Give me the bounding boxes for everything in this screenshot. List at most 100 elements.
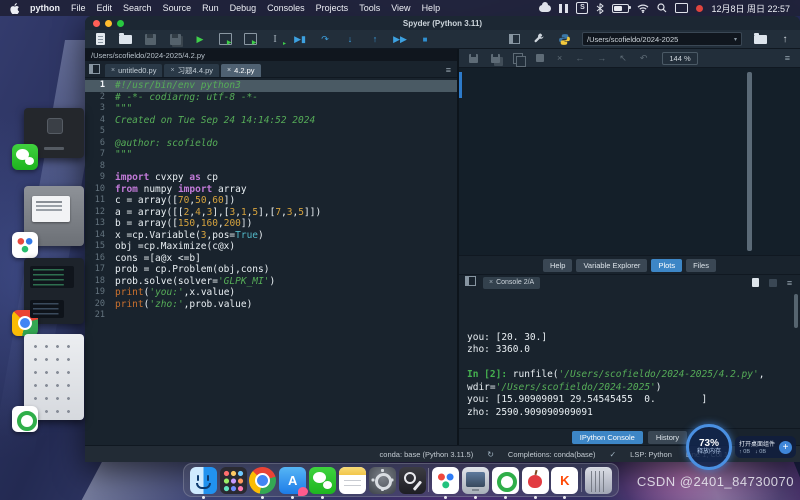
console-tab[interactable]: × Console 2/A — [483, 277, 540, 289]
menu-item-tools[interactable]: Tools — [359, 3, 380, 13]
translate-app-icon[interactable]: A — [279, 467, 306, 494]
notes-icon[interactable] — [339, 467, 366, 494]
title-bar[interactable]: Spyder (Python 3.11) — [85, 16, 800, 30]
ipython-console[interactable]: you: [20. 30.]zho: 3360.0 In [2]: runfil… — [459, 290, 800, 428]
parent-directory-button[interactable]: ↑ — [778, 32, 792, 46]
code-editor[interactable]: 1#!/usr/bin/env python32# -*- codiarng: … — [85, 78, 457, 445]
open-file-button[interactable] — [118, 32, 132, 46]
cloud-drive-icon[interactable] — [432, 467, 459, 494]
menu-item-source[interactable]: Source — [163, 3, 192, 13]
window-bars-icon[interactable] — [559, 4, 568, 13]
continue-button[interactable]: ▶▶ — [393, 32, 407, 46]
memory-cleaner-widget[interactable]: 73% 释放内存 打开桌面组件 ↑ 0B ↓ 0B + — [686, 423, 800, 471]
panel-tab-variable-explorer[interactable]: Variable Explorer — [576, 259, 647, 272]
panel-tab-plots[interactable]: Plots — [651, 259, 682, 272]
editor-tab[interactable]: ×4.2.py — [221, 64, 261, 77]
step-into-button[interactable]: ↓ — [343, 32, 357, 46]
bluetooth-icon[interactable] — [596, 3, 604, 14]
close-tab-icon[interactable]: × — [170, 67, 174, 74]
display-icon[interactable] — [675, 3, 688, 13]
maximize-pane-icon[interactable] — [507, 32, 521, 46]
close-console-icon[interactable]: × — [489, 279, 493, 286]
console-options-icon[interactable]: ≡ — [783, 278, 796, 288]
add-widget-button[interactable]: + — [779, 441, 792, 454]
menu-item-help[interactable]: Help — [422, 3, 441, 13]
save-plot-icon[interactable] — [469, 54, 478, 63]
menu-item-consoles[interactable]: Consoles — [267, 3, 305, 13]
menu-item-edit[interactable]: Edit — [97, 3, 113, 13]
window-preview-dark-app[interactable] — [24, 108, 84, 158]
editor-tab[interactable]: ×untitled0.py — [105, 64, 162, 77]
trash-icon[interactable] — [585, 467, 612, 494]
plots-canvas[interactable] — [459, 68, 800, 255]
panel-tab-help[interactable]: Help — [543, 259, 572, 272]
browse-directory-button[interactable] — [753, 32, 767, 46]
stop-debug-button[interactable]: ■ — [418, 32, 432, 46]
input-source-s-icon[interactable]: S — [576, 2, 588, 14]
run-cell-button[interactable] — [218, 32, 232, 46]
plots-options-icon[interactable]: ≡ — [785, 53, 790, 63]
close-tab-icon[interactable]: × — [227, 67, 231, 74]
browse-console-tabs-icon[interactable] — [465, 276, 476, 286]
recording-dot-icon[interactable] — [696, 5, 703, 12]
menu-item-run[interactable]: Run — [202, 3, 219, 13]
cloud-icon[interactable] — [539, 5, 551, 12]
console-bottom-tab[interactable]: History — [648, 431, 687, 444]
preferences-wrench-icon[interactable] — [532, 32, 546, 46]
chrome-icon[interactable] — [249, 467, 276, 494]
keychain-icon[interactable] — [399, 467, 426, 494]
menu-item-projects[interactable]: Projects — [316, 3, 349, 13]
battery-icon[interactable] — [612, 4, 629, 13]
new-console-icon[interactable] — [749, 278, 762, 287]
browse-tabs-icon[interactable] — [89, 64, 100, 74]
run-selection-button[interactable]: I — [268, 32, 282, 46]
green-ring-icon[interactable] — [12, 406, 38, 432]
step-over-button[interactable]: ↷ — [318, 32, 332, 46]
launchpad-icon[interactable] — [220, 467, 247, 494]
menu-item-search[interactable]: Search — [123, 3, 152, 13]
search-icon[interactable] — [657, 3, 667, 13]
zoom-in-icon[interactable]: ↖ — [619, 53, 627, 64]
editor-options-icon[interactable]: ≡ — [446, 65, 451, 75]
next-plot-icon[interactable]: → — [597, 53, 606, 63]
menu-item-debug[interactable]: Debug — [230, 3, 257, 13]
copy-plot-icon[interactable] — [513, 53, 523, 64]
memory-gauge[interactable]: 73% 释放内存 — [686, 424, 732, 470]
menu-item-view[interactable]: View — [391, 3, 410, 13]
window-preview-grid[interactable] — [24, 334, 84, 420]
green-ring-app-icon[interactable] — [492, 467, 519, 494]
panel-tab-files[interactable]: Files — [686, 259, 716, 272]
window-preview-dialog[interactable] — [24, 186, 84, 246]
previous-plot-icon[interactable]: ← — [575, 53, 584, 63]
menu-item-file[interactable]: File — [71, 3, 86, 13]
menu-clock[interactable]: 12月8日 周日 22:57 — [711, 2, 790, 15]
save-all-button[interactable] — [168, 32, 182, 46]
wechat-icon[interactable] — [12, 144, 38, 170]
run-cell-advance-button[interactable] — [243, 32, 257, 46]
finder-icon[interactable] — [190, 467, 217, 494]
new-file-button[interactable] — [93, 32, 107, 46]
remote-desktop-icon[interactable] — [462, 467, 489, 494]
save-all-plots-icon[interactable] — [491, 54, 500, 63]
active-app-menu[interactable]: python — [30, 3, 60, 13]
apps-circle-icon[interactable] — [12, 232, 38, 258]
chrome-icon[interactable] — [12, 310, 38, 336]
debug-file-button[interactable]: ▶▮ — [293, 32, 307, 46]
plots-scrollbar[interactable] — [747, 72, 752, 251]
plot-zoom-level[interactable]: 144 % — [662, 52, 697, 65]
console-scrollbar[interactable] — [794, 294, 798, 328]
step-out-button[interactable]: ↑ — [368, 32, 382, 46]
wifi-icon[interactable] — [637, 4, 649, 13]
console-bottom-tab[interactable]: IPython Console — [572, 431, 643, 444]
close-tab-icon[interactable]: × — [111, 67, 115, 74]
video-app-icon[interactable]: K — [551, 467, 578, 494]
editor-tab[interactable]: ×习题4.4.py — [164, 64, 219, 77]
apple-menu-icon[interactable] — [10, 3, 19, 14]
working-directory-combo[interactable]: /Users/scofieldo/2024-2025 ▾ — [582, 32, 742, 46]
window-preview-ide[interactable] — [24, 258, 84, 324]
run-file-button[interactable]: ▶ — [193, 32, 207, 46]
wechat-icon[interactable] — [309, 467, 336, 494]
remove-all-plots-icon[interactable]: × — [557, 53, 562, 63]
remove-plot-icon[interactable] — [536, 54, 544, 62]
red-fruit-app-icon[interactable] — [522, 467, 549, 494]
